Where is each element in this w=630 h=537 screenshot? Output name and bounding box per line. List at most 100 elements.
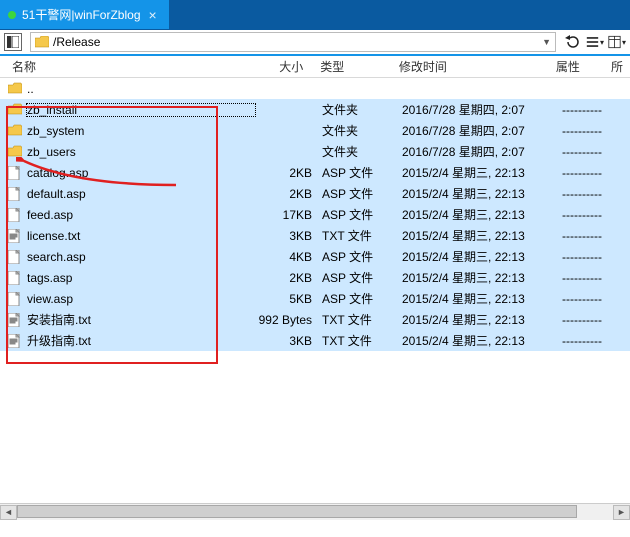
file-size: 2KB	[256, 271, 322, 285]
file-attr: ----------	[562, 103, 618, 117]
file-type: 文件夹	[322, 101, 402, 118]
list-item[interactable]: zb_system 文件夹2016/7/28 星期四, 2:07---------…	[0, 120, 630, 141]
file-mtime: 2016/7/28 星期四, 2:07	[402, 101, 562, 118]
path-input[interactable]: /Release ▼	[30, 32, 556, 52]
list-item[interactable]: default.asp2KBASP 文件2015/2/4 星期三, 22:13-…	[0, 183, 630, 204]
parent-dir-row[interactable]: ..	[0, 78, 630, 99]
file-name: zb_users	[26, 145, 256, 159]
col-size[interactable]: 大小	[249, 58, 314, 75]
scroll-left-icon[interactable]: ◄	[0, 505, 17, 520]
close-icon[interactable]: ×	[147, 8, 159, 22]
list-item[interactable]: catalog.asp2KBASP 文件2015/2/4 星期三, 22:13-…	[0, 162, 630, 183]
file-mtime: 2015/2/4 星期三, 22:13	[402, 311, 562, 328]
file-mtime: 2015/2/4 星期三, 22:13	[402, 248, 562, 265]
file-mtime: 2015/2/4 星期三, 22:13	[402, 290, 562, 307]
column-headers: 名称 大小 类型 修改时间 属性 所	[0, 56, 630, 78]
list-item[interactable]: feed.asp17KBASP 文件2015/2/4 星期三, 22:13---…	[0, 204, 630, 225]
file-name: ..	[26, 82, 256, 96]
scroll-thumb[interactable]	[17, 505, 577, 518]
file-attr: ----------	[562, 124, 618, 138]
col-attr[interactable]: 属性	[550, 58, 605, 75]
file-mtime: 2015/2/4 星期三, 22:13	[402, 164, 562, 181]
file-icon	[8, 208, 22, 222]
list-item[interactable]: view.asp5KBASP 文件2015/2/4 星期三, 22:13----…	[0, 288, 630, 309]
file-size: 2KB	[256, 187, 322, 201]
file-size: 992 Bytes	[256, 313, 322, 327]
list-item[interactable]: tags.asp2KBASP 文件2015/2/4 星期三, 22:13----…	[0, 267, 630, 288]
file-attr: ----------	[562, 208, 618, 222]
file-type: ASP 文件	[322, 290, 402, 307]
status-dot-icon	[8, 11, 16, 19]
file-mtime: 2015/2/4 星期三, 22:13	[402, 269, 562, 286]
tab-title: 51干警网|winForZblog	[22, 6, 141, 23]
folder-icon	[35, 36, 49, 48]
file-name: license.txt	[26, 229, 256, 243]
file-list: ..zb_install文件夹2016/7/28 星期四, 2:07------…	[0, 78, 630, 520]
file-mtime: 2016/7/28 星期四, 2:07	[402, 122, 562, 139]
tab-active[interactable]: 51干警网|winForZblog ×	[0, 0, 169, 29]
col-type[interactable]: 类型	[314, 58, 393, 75]
file-icon	[8, 313, 22, 327]
file-type: ASP 文件	[322, 206, 402, 223]
refresh-icon[interactable]	[564, 33, 582, 51]
list-item[interactable]: license.txt3KBTXT 文件2015/2/4 星期三, 22:13-…	[0, 225, 630, 246]
file-attr: ----------	[562, 187, 618, 201]
file-name: view.asp	[26, 292, 256, 306]
file-name: zb_install	[26, 103, 256, 117]
folder-icon	[8, 82, 22, 96]
list-item[interactable]: 安装指南.txt992 BytesTXT 文件2015/2/4 星期三, 22:…	[0, 309, 630, 330]
file-mtime: 2015/2/4 星期三, 22:13	[402, 332, 562, 349]
detail-view-icon[interactable]: ▾	[608, 33, 626, 51]
scroll-right-icon[interactable]: ►	[613, 505, 630, 520]
tab-bar: 51干警网|winForZblog ×	[0, 0, 630, 30]
file-type: TXT 文件	[322, 332, 402, 349]
file-type: ASP 文件	[322, 164, 402, 181]
file-name: 安装指南.txt	[26, 311, 256, 328]
file-icon	[8, 166, 22, 180]
file-attr: ----------	[562, 250, 618, 264]
list-item[interactable]: search.asp4KBASP 文件2015/2/4 星期三, 22:13--…	[0, 246, 630, 267]
file-size: 4KB	[256, 250, 322, 264]
chevron-down-icon[interactable]: ▼	[542, 37, 551, 47]
file-size: 17KB	[256, 208, 322, 222]
list-view-icon[interactable]: ▾	[586, 33, 604, 51]
col-mtime[interactable]: 修改时间	[393, 58, 550, 75]
folder-icon	[8, 124, 22, 138]
col-owner[interactable]: 所	[605, 58, 630, 75]
file-type: TXT 文件	[322, 227, 402, 244]
file-attr: ----------	[562, 229, 618, 243]
list-item[interactable]: zb_install 文件夹2016/7/28 星期四, 2:07--------…	[0, 99, 630, 120]
file-attr: ----------	[562, 271, 618, 285]
folder-icon	[8, 145, 22, 159]
file-type: ASP 文件	[322, 248, 402, 265]
file-icon	[8, 334, 22, 348]
toolbar: /Release ▼ ▾ ▾	[0, 30, 630, 56]
file-icon	[8, 229, 22, 243]
file-type: ASP 文件	[322, 269, 402, 286]
col-name[interactable]: 名称	[6, 58, 249, 75]
horizontal-scrollbar[interactable]: ◄ ►	[0, 503, 630, 520]
list-item[interactable]: zb_users文件夹2016/7/28 星期四, 2:07----------	[0, 141, 630, 162]
file-type: 文件夹	[322, 122, 402, 139]
file-mtime: 2015/2/4 星期三, 22:13	[402, 185, 562, 202]
file-type: TXT 文件	[322, 311, 402, 328]
list-item[interactable]: 升级指南.txt3KBTXT 文件2015/2/4 星期三, 22:13----…	[0, 330, 630, 351]
file-attr: ----------	[562, 145, 618, 159]
scroll-track[interactable]	[17, 505, 613, 520]
path-text: /Release	[53, 35, 100, 49]
file-name: default.asp	[26, 187, 256, 201]
file-name: catalog.asp	[26, 166, 256, 180]
file-attr: ----------	[562, 313, 618, 327]
file-type: ASP 文件	[322, 185, 402, 202]
file-icon	[8, 250, 22, 264]
layout-toggle-icon[interactable]	[4, 33, 22, 51]
file-size: 3KB	[256, 229, 322, 243]
file-mtime: 2015/2/4 星期三, 22:13	[402, 227, 562, 244]
file-attr: ----------	[562, 334, 618, 348]
folder-icon	[8, 103, 22, 117]
file-size: 2KB	[256, 166, 322, 180]
file-name: zb_system	[26, 124, 256, 138]
file-attr: ----------	[562, 292, 618, 306]
file-size: 3KB	[256, 334, 322, 348]
file-attr: ----------	[562, 166, 618, 180]
